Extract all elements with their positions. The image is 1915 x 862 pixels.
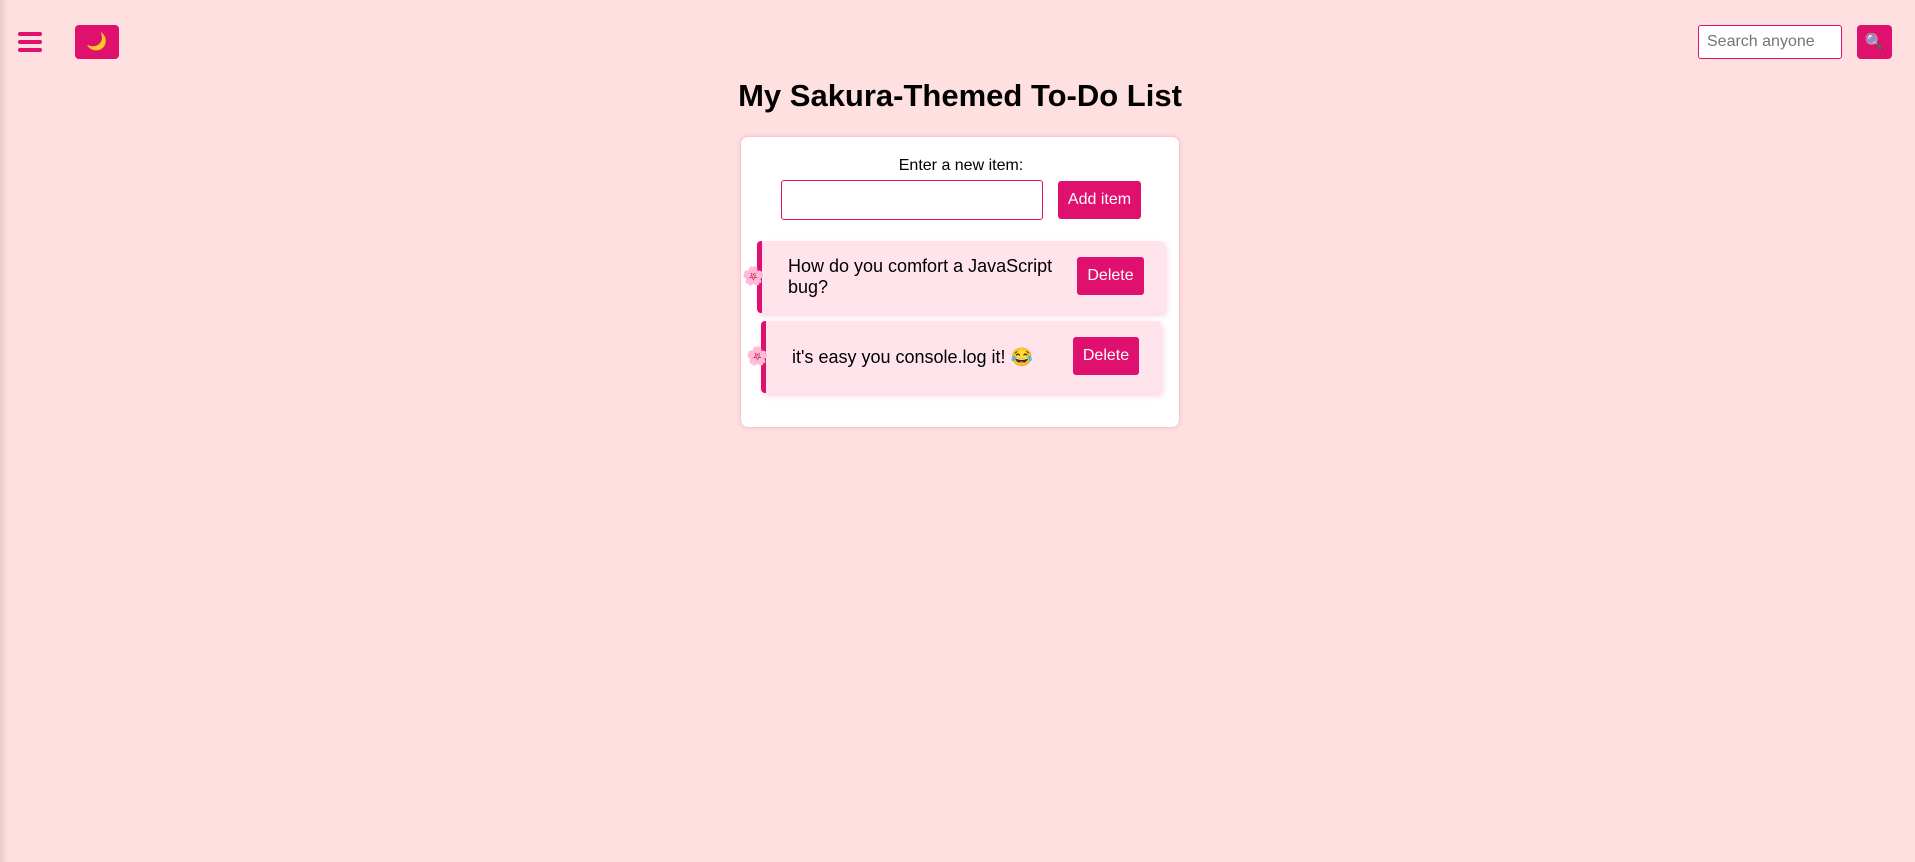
todo-item: 🌸 it's easy you console.log it! 😂 Delete (746, 321, 1161, 393)
delete-button[interactable]: Delete (1073, 337, 1139, 375)
todo-item-text: How do you comfort a JavaScript bug? (788, 256, 1053, 297)
add-item-button[interactable]: Add item (1058, 181, 1141, 219)
delete-button[interactable]: Delete (1077, 257, 1144, 295)
cherry-blossom-icon: 🌸 (742, 266, 765, 286)
left-edge-shadow (0, 0, 8, 862)
search-input[interactable] (1698, 25, 1842, 59)
cherry-blossom-icon: 🌸 (746, 346, 769, 366)
theme-toggle-button[interactable]: 🌙 (75, 25, 119, 59)
todo-card: Enter a new item: Add item 🌸 How do you … (740, 136, 1180, 428)
todo-item: 🌸 How do you comfort a JavaScript bug? D… (742, 241, 1165, 313)
moon-icon: 🌙 (86, 32, 108, 51)
search-icon: 🔍 (1864, 34, 1885, 51)
hamburger-menu-icon[interactable] (18, 32, 42, 56)
search-button[interactable]: 🔍 (1857, 25, 1892, 59)
new-item-input[interactable] (781, 180, 1043, 220)
todo-item-text: it's easy you console.log it! 😂 (792, 346, 1033, 367)
new-item-label: Enter a new item: (898, 157, 1024, 174)
page-title: My Sakura-Themed To-Do List (738, 78, 1182, 113)
